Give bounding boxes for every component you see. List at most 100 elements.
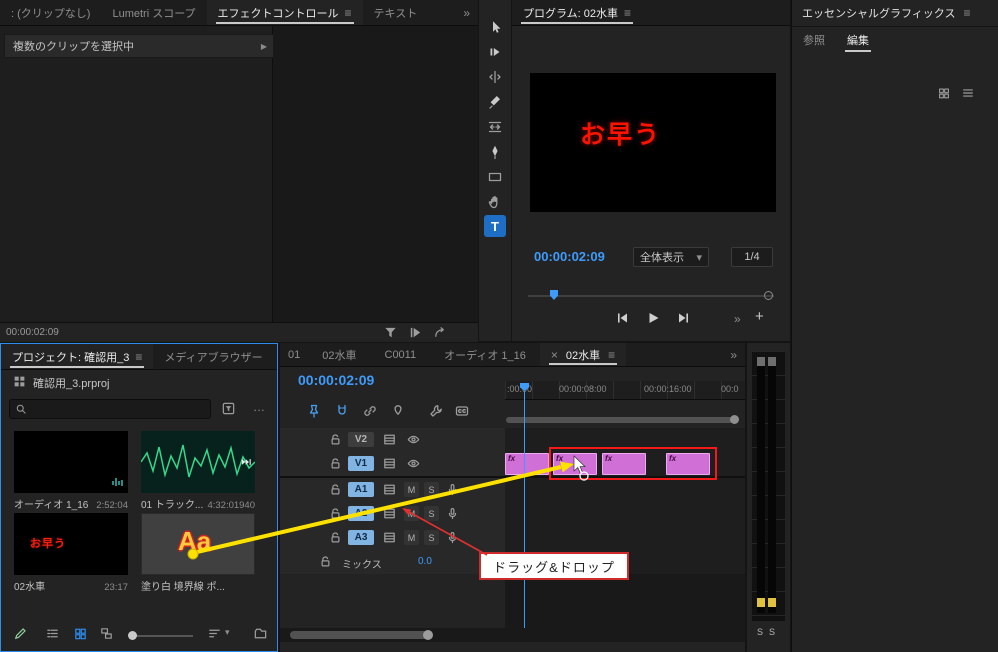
panel-menu-icon[interactable]: ≡ [608, 349, 615, 361]
track-lock-icon[interactable] [328, 456, 343, 471]
program-playhead[interactable] [550, 290, 558, 300]
slip-tool[interactable] [483, 115, 507, 139]
project-file-name[interactable]: 確認用_3.prproj [33, 375, 109, 391]
track-header[interactable]: A1 M S [280, 478, 505, 503]
freeform-view-icon[interactable] [99, 626, 114, 641]
voice-record-mic-icon[interactable] [445, 482, 460, 497]
mute-button[interactable]: M [404, 482, 419, 497]
track-output-eye-icon[interactable] [406, 432, 421, 447]
thumbnail-view-icon[interactable] [937, 86, 951, 100]
timeline-timecode[interactable]: 00:00:02:09 [298, 372, 374, 388]
linked-selection-icon[interactable] [362, 403, 378, 419]
tab-active-sequence[interactable]: × 02水車 ≡ [539, 343, 627, 366]
track-output-eye-icon[interactable] [406, 456, 421, 471]
tab-sequence-audio-1-16[interactable]: オーディオ 1_16 [430, 343, 540, 366]
sync-lock-icon[interactable] [382, 506, 397, 521]
snap-magnet-icon[interactable] [334, 403, 350, 419]
tab-lumetri-scopes[interactable]: Lumetri スコープ [101, 0, 206, 25]
tab-text[interactable]: テキスト [363, 0, 429, 25]
search-input[interactable] [9, 399, 211, 419]
step-forward-button[interactable] [676, 310, 692, 326]
timeline-zoom-bar[interactable] [506, 417, 734, 423]
playback-resolution-dropdown[interactable]: 1/4 [731, 247, 773, 267]
track-lane[interactable] [505, 478, 745, 503]
solo-button[interactable]: S [424, 530, 439, 545]
tab-sequence-02suisha[interactable]: 02水車 [308, 343, 370, 366]
track-badge-a3[interactable]: A3 [348, 530, 374, 545]
pen-tool[interactable] [483, 140, 507, 164]
filter-bin-icon[interactable] [221, 401, 236, 416]
more-options-icon[interactable]: … [253, 401, 265, 413]
project-item-thumbnail[interactable] [14, 431, 128, 493]
timeline-hscroll-thumb[interactable] [290, 631, 428, 639]
add-marker-icon[interactable] [390, 403, 406, 419]
project-item-graphic[interactable]: Aa 塗り白 境界線 ポ... [141, 513, 255, 593]
program-timecode[interactable]: 00:00:02:09 [534, 249, 605, 264]
loop-playback-icon[interactable] [433, 325, 448, 340]
play-button[interactable] [645, 310, 661, 326]
transport-overflow-icon[interactable]: » [734, 313, 741, 325]
timeline-clip-graphic[interactable]: fx [505, 453, 549, 475]
zoom-slider-track[interactable] [131, 635, 193, 637]
list-view-icon[interactable] [961, 86, 975, 100]
tab-edit[interactable]: 編集 [836, 27, 880, 53]
project-item-sequence[interactable]: お早う 02水車 23:17 [14, 513, 128, 593]
mute-button[interactable]: M [404, 530, 419, 545]
icon-view-icon[interactable] [73, 626, 88, 641]
insert-as-nest-icon[interactable] [306, 403, 322, 419]
project-item-thumbnail[interactable]: Aa [141, 513, 255, 575]
track-header[interactable]: A3 M S [280, 526, 505, 551]
panel-menu-icon[interactable]: ≡ [963, 7, 970, 19]
track-lane[interactable] [505, 502, 745, 527]
new-bin-icon[interactable] [253, 626, 268, 641]
time-ruler[interactable]: :00:00 00:00:08:00 00:00:16:00 00:0 [505, 381, 745, 400]
tab-browse[interactable]: 参照 [792, 27, 836, 53]
track-header[interactable]: A2 M S [280, 502, 505, 527]
zoom-slider-handle[interactable] [128, 631, 137, 640]
essential-graphics-title[interactable]: エッセンシャルグラフィックス [792, 5, 955, 21]
track-lock-icon[interactable] [328, 432, 343, 447]
add-button[interactable]: + [755, 308, 764, 325]
sort-icon[interactable] [207, 626, 222, 641]
timeline-settings-wrench-icon[interactable] [428, 403, 444, 419]
track-badge-v1[interactable]: V1 [348, 456, 374, 471]
mix-level-value[interactable]: 0.0 [418, 556, 432, 567]
tab-media-browser[interactable]: メディアブラウザー [153, 344, 273, 369]
solo-button[interactable]: S [424, 482, 439, 497]
panel-menu-icon[interactable]: ≡ [624, 7, 631, 19]
tab-overflow-icon[interactable]: » [455, 0, 478, 25]
rectangle-tool[interactable] [483, 165, 507, 189]
track-header[interactable]: V2 [280, 428, 505, 453]
tab-sequence-01[interactable]: 01 [280, 343, 308, 366]
type-tool[interactable]: T [484, 215, 506, 237]
track-lock-icon[interactable] [328, 506, 343, 521]
selection-tool[interactable] [483, 15, 507, 39]
project-item-thumbnail[interactable] [141, 431, 255, 493]
timeline-hscroll-handle[interactable] [423, 630, 433, 640]
tab-project[interactable]: プロジェクト: 確認用_3 ≡ [1, 344, 154, 369]
sync-lock-icon[interactable] [382, 432, 397, 447]
sync-lock-icon[interactable] [382, 456, 397, 471]
panel-menu-icon[interactable]: ≡ [345, 7, 352, 19]
razor-tool[interactable] [483, 90, 507, 114]
track-badge-v2[interactable]: V2 [348, 432, 374, 447]
panel-menu-icon[interactable]: ≡ [135, 351, 142, 363]
project-item-audio[interactable]: オーディオ 1_16 2:52:04 [14, 431, 128, 511]
track-lock-icon[interactable] [318, 554, 333, 569]
track-header[interactable]: V1 [280, 452, 505, 477]
tab-sequence-c0011[interactable]: C0011 [371, 343, 431, 366]
project-item-thumbnail[interactable]: お早う [14, 513, 128, 575]
track-lock-icon[interactable] [328, 530, 343, 545]
track-header[interactable]: ミックス 0.0 [280, 550, 505, 575]
project-writable-pencil-icon[interactable] [13, 626, 28, 641]
tab-source-no-clip[interactable]: : (クリップなし) [0, 0, 101, 25]
sort-caret-icon[interactable]: ▾ [225, 628, 230, 637]
close-icon[interactable]: × [551, 349, 558, 361]
voice-record-mic-icon[interactable] [445, 506, 460, 521]
tab-effect-controls[interactable]: エフェクトコントロール ≡ [206, 0, 363, 25]
solo-button[interactable]: S [424, 506, 439, 521]
sync-lock-icon[interactable] [382, 530, 397, 545]
hand-tool[interactable] [483, 190, 507, 214]
step-back-button[interactable] [614, 310, 630, 326]
program-scrubber-track[interactable] [528, 295, 774, 297]
